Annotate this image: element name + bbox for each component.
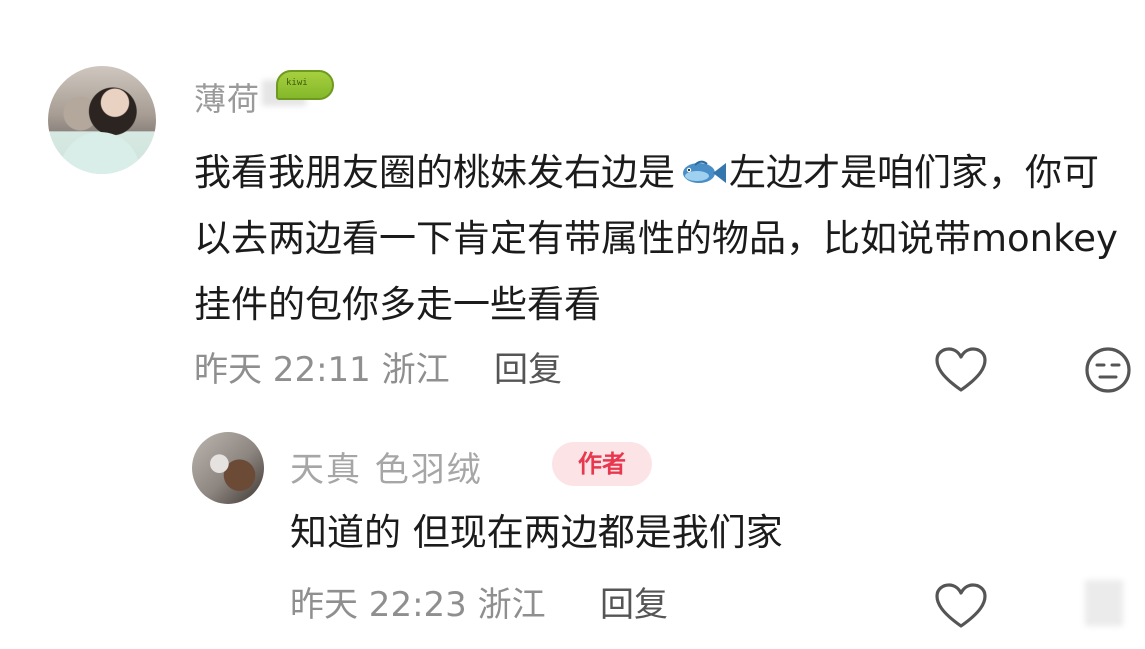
avatar[interactable] xyxy=(48,66,156,174)
avatar[interactable] xyxy=(192,432,264,504)
author-badge: 作者 xyxy=(552,442,652,486)
comment-text-part1: 我看我朋友圈的桃妹发右边是 xyxy=(194,151,675,194)
reply-button[interactable]: 回复 xyxy=(600,577,668,626)
heart-icon[interactable] xyxy=(935,583,987,629)
username[interactable]: 薄荷 xyxy=(194,74,260,120)
avatar-shirt xyxy=(60,132,140,174)
watermark xyxy=(1085,580,1123,626)
dislike-face-icon[interactable] xyxy=(1084,346,1132,394)
kiwi-badge-icon: kiwi xyxy=(276,70,334,100)
comment-main: 薄荷 kiwi 我看我朋友圈的桃妹发右边是 左边才是咱们家，你可以去两边看一下肯… xyxy=(0,0,1145,420)
heart-icon[interactable] xyxy=(935,347,987,393)
username[interactable]: 天真 色羽绒 xyxy=(290,442,483,491)
comment-reply: 天真 色羽绒 作者 知道的 但现在两边都是我们家 昨天 22:23 浙江 回复 xyxy=(0,420,1145,649)
reply-button[interactable]: 回复 xyxy=(494,342,562,391)
badge-text: kiwi xyxy=(286,78,308,88)
fish-icon xyxy=(683,160,726,183)
timestamp-location: 昨天 22:11 浙江 xyxy=(194,350,450,390)
timestamp-location: 昨天 22:23 浙江 xyxy=(290,585,546,625)
comment-text: 我看我朋友圈的桃妹发右边是 左边才是咱们家，你可以去两边看一下肯定有带属性的物品… xyxy=(194,140,1124,338)
comment-text: 知道的 但现在两边都是我们家 xyxy=(290,511,783,554)
